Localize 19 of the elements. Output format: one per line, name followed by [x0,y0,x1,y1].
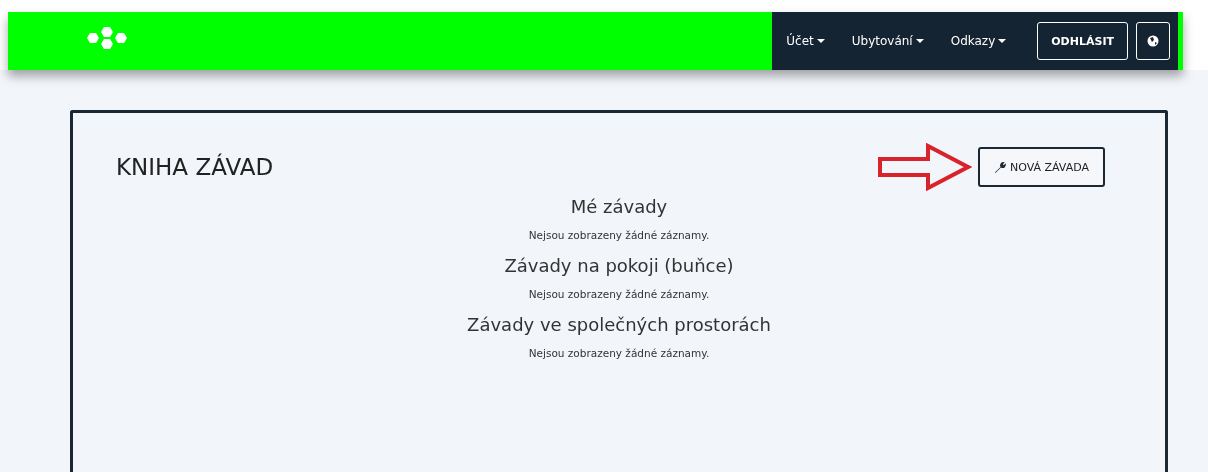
section-heading: Závady na pokoji (buňce) [503,255,735,276]
caret-icon [816,39,825,43]
arrow-icon [875,143,972,191]
section-heading: Závady ve společných prostorách [466,314,772,335]
page-title: KNIHA ZÁVAD [116,154,274,180]
new-defect-button[interactable]: NOVÁ ZÁVADA [977,147,1105,187]
nav-menu[interactable]: Odkazy [950,34,1007,48]
empty-message: Nejsou zobrazeny žádné záznamy. [527,347,711,359]
section-heading: Mé závady [569,196,669,217]
nav-menu[interactable]: Ubytování [851,34,924,48]
nav-menu[interactable]: Účet [786,34,825,48]
caret-icon [998,39,1007,43]
language-button[interactable] [1136,22,1170,60]
wrench-icon [993,160,1007,174]
globe-icon [1147,35,1159,47]
empty-message: Nejsou zobrazeny žádné záznamy. [527,229,711,241]
empty-message: Nejsou zobrazeny žádné záznamy. [527,288,711,300]
logout-button[interactable]: ODHLÁSIT [1037,22,1128,60]
caret-icon [915,39,924,43]
